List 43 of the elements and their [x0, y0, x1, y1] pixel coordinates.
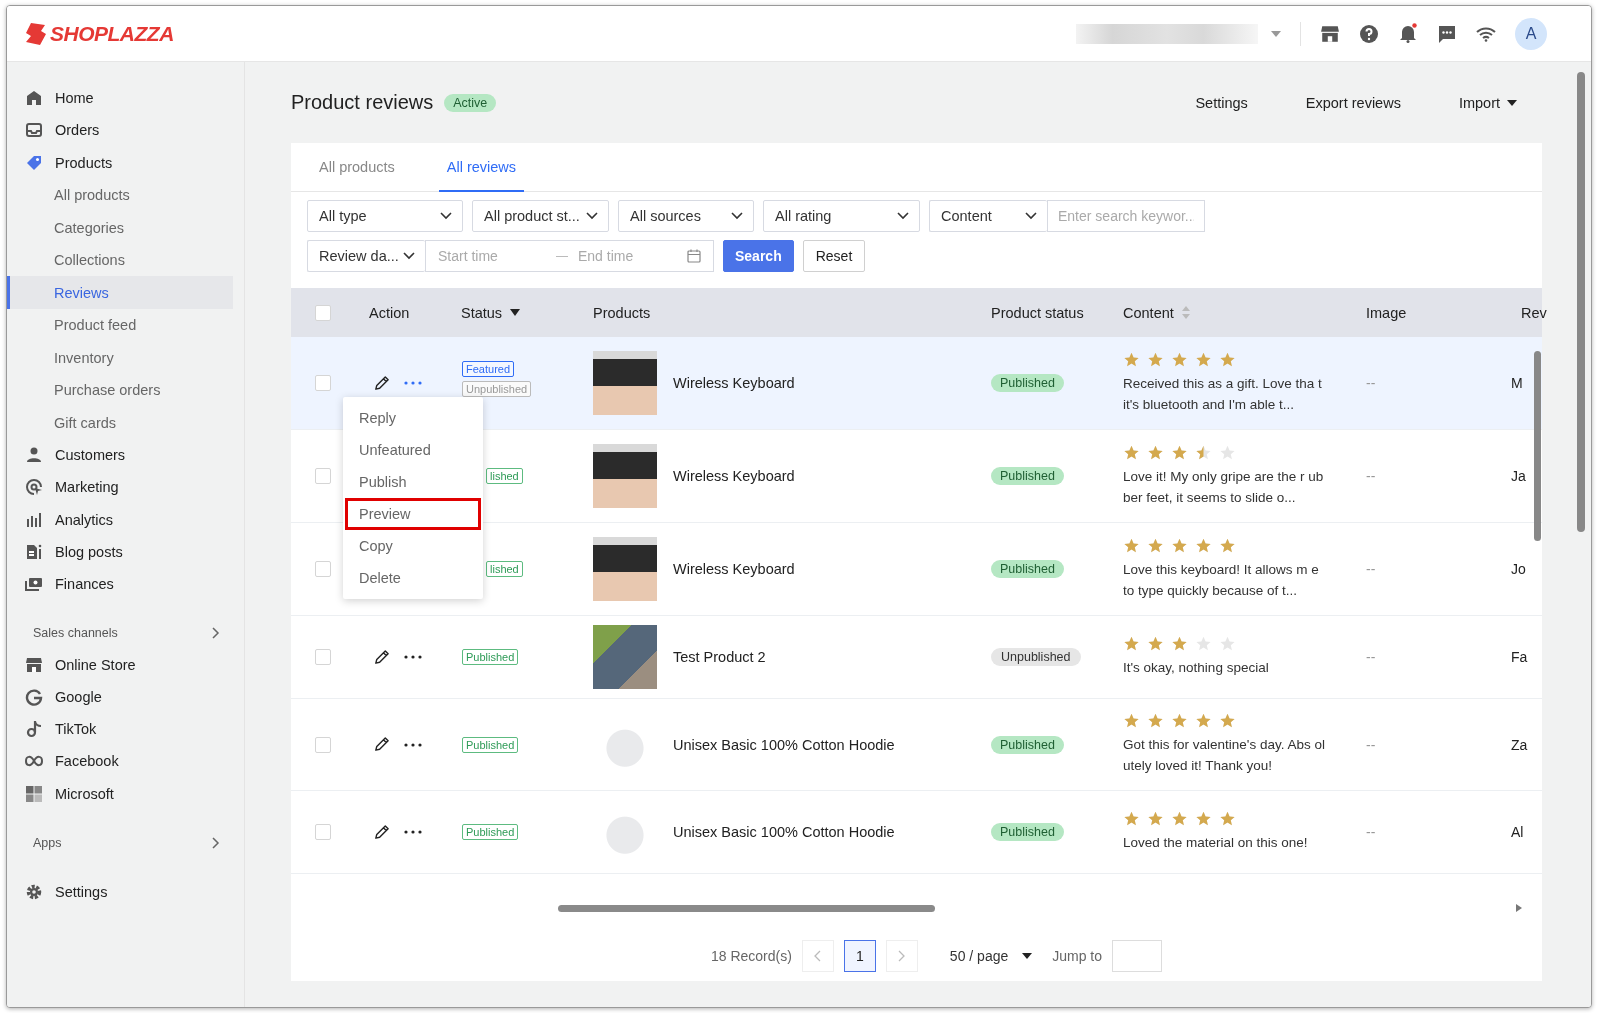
status-badge: Active — [444, 93, 497, 112]
status-tag: lished — [486, 468, 523, 484]
column-header: Image — [1366, 304, 1407, 321]
reviewer-name: Ja — [1511, 468, 1526, 484]
column-header: Product status — [991, 304, 1084, 321]
review-text: Loved the material on this one! — [1123, 834, 1309, 852]
image-cell: -- — [1366, 824, 1376, 840]
column-header: Action — [369, 304, 410, 321]
column-header: Content — [1123, 304, 1174, 321]
image-cell: -- — [1366, 561, 1376, 577]
image-cell: -- — [1366, 736, 1376, 753]
page-title: Product reviews — [291, 91, 434, 114]
reviewer-name: M — [1511, 375, 1523, 391]
status-tag: lished — [486, 561, 523, 577]
product-status-pill: Unpublished — [991, 648, 1081, 666]
status-tag: Published — [462, 824, 519, 840]
review-text: Love this keyboard! It allows m e to type quickly because of t... — [1123, 560, 1320, 600]
reviewer-name: Al — [1511, 824, 1524, 840]
review-text: Love it! My only gripe are the r ubber feet, it seems to slide o... — [1123, 467, 1325, 507]
product-status-pill: Published — [991, 823, 1064, 841]
status-tag: Published — [462, 649, 519, 665]
logo-text: SHOPLAZZA — [50, 21, 174, 46]
image-cell: -- — [1366, 375, 1376, 391]
column-header: Status — [461, 304, 503, 321]
reviewer-name: Za — [1511, 736, 1528, 753]
reviewer-name: Fa — [1511, 649, 1528, 665]
jump-to-label: Jump to — [1052, 948, 1103, 964]
status-tag: Unpublished — [462, 381, 532, 397]
status-tag: Published — [462, 736, 519, 753]
product-status-pill: Published — [991, 467, 1064, 485]
record-count: 18 Record(s) — [710, 948, 792, 964]
product-status-pill: Published — [991, 735, 1064, 754]
review-text: It's okay, nothing special — [1123, 659, 1270, 677]
column-header: Rev — [1521, 304, 1547, 321]
product-status-pill: Published — [991, 560, 1064, 578]
reviewer-name: Jo — [1511, 561, 1526, 577]
image-cell: -- — [1366, 468, 1376, 484]
product-status-pill: Published — [991, 374, 1064, 392]
review-text: Received this as a gift. Love tha t it's bluetooth and I'm able t... — [1123, 374, 1323, 414]
status-tag: Featured — [462, 361, 515, 377]
column-header: Products — [593, 304, 651, 321]
image-cell: -- — [1366, 649, 1376, 665]
review-text: Got this for valentine's day. Abs olutely loved it! Thank you! — [1123, 736, 1325, 775]
